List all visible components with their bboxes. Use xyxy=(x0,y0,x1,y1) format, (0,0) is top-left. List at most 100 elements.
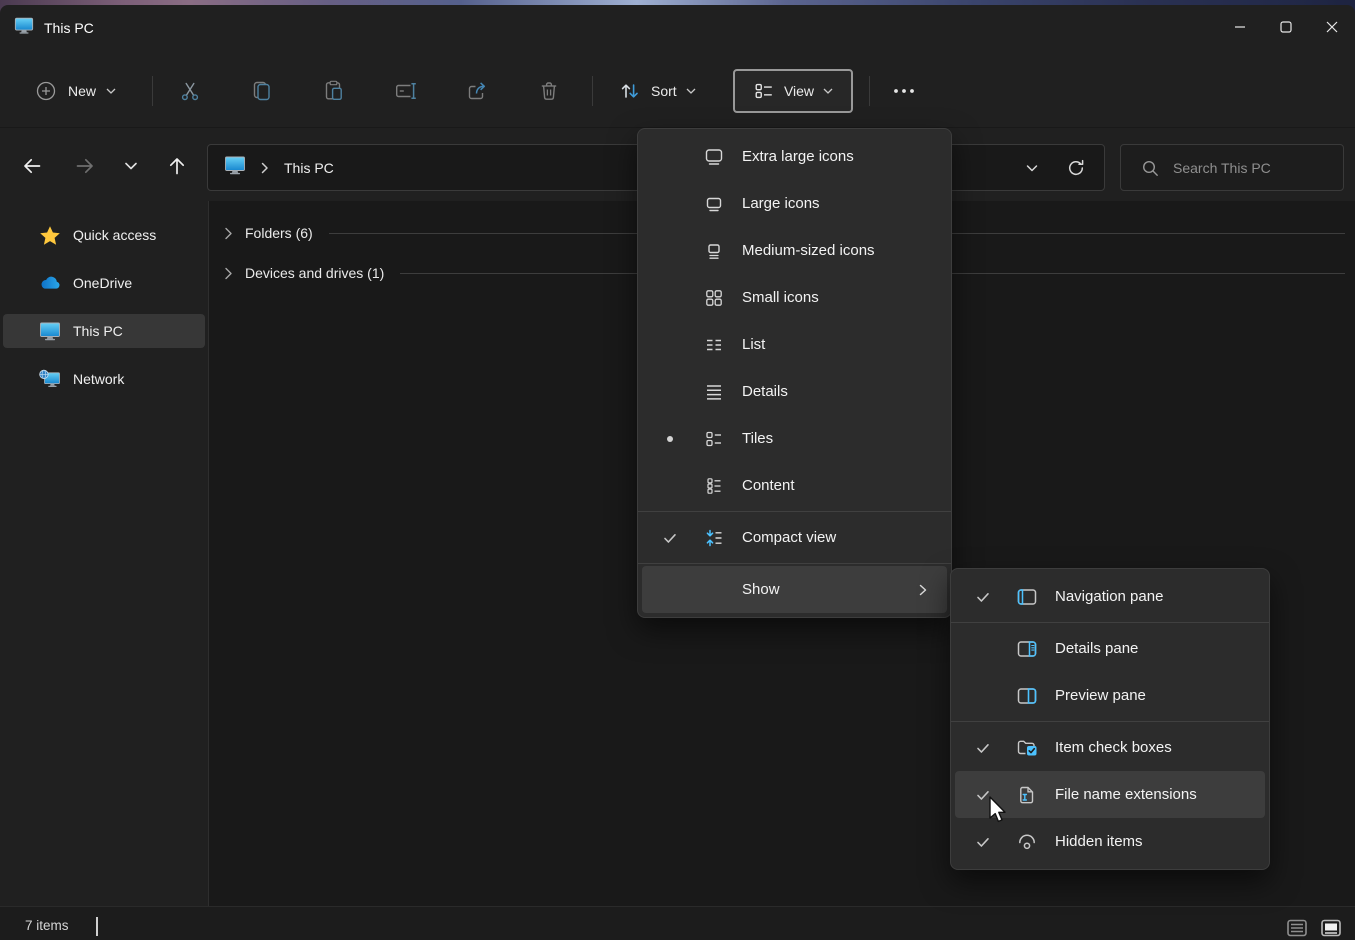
menu-item-show[interactable]: Show xyxy=(642,566,947,613)
copy-button[interactable] xyxy=(242,71,282,111)
sidebar-item-label: Quick access xyxy=(73,227,156,243)
paste-icon xyxy=(322,79,346,103)
forward-button[interactable] xyxy=(67,148,103,184)
minimize-button[interactable] xyxy=(1217,5,1263,48)
search-input[interactable] xyxy=(1173,160,1323,176)
checkmark-icon xyxy=(955,834,1011,850)
new-button-label: New xyxy=(68,83,96,99)
group-label[interactable]: Devices and drives (1) xyxy=(245,265,384,281)
menu-item-list[interactable]: List xyxy=(642,321,947,368)
large-thumbnails-toggle-button[interactable] xyxy=(1317,914,1345,940)
menu-item-medium-sized-icons[interactable]: Medium-sized icons xyxy=(642,227,947,274)
chevron-down-icon xyxy=(823,88,833,95)
paste-button[interactable] xyxy=(314,71,354,111)
menu-item-label: Preview pane xyxy=(1055,687,1146,704)
checkmark-icon xyxy=(955,740,1011,756)
menu-item-item-check-boxes[interactable]: Item check boxes xyxy=(955,724,1265,771)
search-icon xyxy=(1141,159,1159,177)
chevron-down-icon xyxy=(686,88,696,95)
window-controls xyxy=(1217,5,1355,48)
item-check-boxes-icon xyxy=(1011,738,1043,758)
mouse-cursor xyxy=(986,795,1010,825)
refresh-button[interactable] xyxy=(1054,149,1098,187)
toolbar-separator xyxy=(869,76,870,106)
menu-item-details[interactable]: Details xyxy=(642,368,947,415)
address-dropdown-button[interactable] xyxy=(1010,149,1054,187)
menu-separator xyxy=(638,563,951,564)
checkmark-icon xyxy=(955,589,1011,605)
view-button-label: View xyxy=(784,83,814,99)
share-button[interactable] xyxy=(457,71,497,111)
app-title-group: This PC xyxy=(14,16,94,40)
delete-icon xyxy=(537,79,561,103)
back-button[interactable] xyxy=(14,148,50,184)
menu-item-label: Compact view xyxy=(742,529,836,546)
delete-button[interactable] xyxy=(529,71,569,111)
sidebar-item-label: Network xyxy=(73,371,124,387)
sort-button-label: Sort xyxy=(651,83,677,99)
this-pc-window-icon xyxy=(14,16,34,40)
command-toolbar: New Sort View xyxy=(0,48,1355,128)
sort-button[interactable]: Sort xyxy=(608,71,706,111)
view-icon xyxy=(753,80,775,102)
breadcrumb-location[interactable]: This PC xyxy=(284,160,334,176)
menu-item-label: Details pane xyxy=(1055,640,1138,657)
menu-item-details-pane[interactable]: Details pane xyxy=(955,625,1265,672)
menu-item-compact-view[interactable]: Compact view xyxy=(642,514,947,561)
search-box[interactable] xyxy=(1120,144,1344,191)
recent-locations-button[interactable] xyxy=(113,148,149,184)
rename-button[interactable] xyxy=(386,71,426,111)
extra-large-icons-icon xyxy=(698,147,730,167)
sidebar-item-network[interactable]: Network xyxy=(3,362,205,396)
menu-item-label: Item check boxes xyxy=(1055,739,1172,756)
chevron-down-icon xyxy=(122,157,140,175)
titlebar: This PC xyxy=(0,5,1355,48)
chevron-down-icon xyxy=(1024,160,1040,176)
refresh-icon xyxy=(1066,158,1086,178)
collapse-chevron-icon[interactable] xyxy=(222,227,236,240)
menu-item-preview-pane[interactable]: Preview pane xyxy=(955,672,1265,719)
view-dropdown-menu: Extra large icons Large icons Medium-siz… xyxy=(637,128,952,618)
menu-item-content[interactable]: Content xyxy=(642,462,947,509)
new-button[interactable]: New xyxy=(24,71,126,111)
menu-item-tiles[interactable]: Tiles xyxy=(642,415,947,462)
monitor-icon xyxy=(39,321,61,341)
menu-item-extra-large-icons[interactable]: Extra large icons xyxy=(642,133,947,180)
this-pc-breadcrumb-icon xyxy=(224,155,246,180)
menu-separator xyxy=(951,622,1269,623)
cut-button[interactable] xyxy=(170,71,210,111)
preview-pane-icon xyxy=(1011,686,1043,706)
tiles-view-icon xyxy=(698,429,730,449)
menu-separator xyxy=(951,721,1269,722)
up-arrow-icon xyxy=(165,154,189,178)
menu-item-label: Navigation pane xyxy=(1055,588,1163,605)
sidebar-item-quick-access[interactable]: Quick access xyxy=(3,218,205,252)
menu-item-label: Show xyxy=(742,581,780,598)
network-icon xyxy=(39,369,61,389)
onedrive-cloud-icon xyxy=(39,273,61,293)
menu-item-hidden-items[interactable]: Hidden items xyxy=(955,818,1265,865)
menu-item-navigation-pane[interactable]: Navigation pane xyxy=(955,573,1265,620)
close-button[interactable] xyxy=(1309,5,1355,48)
sidebar-item-label: This PC xyxy=(73,323,123,339)
details-pane-icon xyxy=(1011,639,1043,659)
collapse-chevron-icon[interactable] xyxy=(222,267,236,280)
plus-circle-icon xyxy=(34,79,58,103)
chevron-down-icon xyxy=(106,88,116,95)
view-button[interactable]: View xyxy=(733,69,853,113)
group-label[interactable]: Folders (6) xyxy=(245,225,313,241)
forward-arrow-icon xyxy=(73,154,97,178)
menu-item-large-icons[interactable]: Large icons xyxy=(642,180,947,227)
menu-item-small-icons[interactable]: Small icons xyxy=(642,274,947,321)
maximize-button[interactable] xyxy=(1263,5,1309,48)
address-bar-actions xyxy=(1010,145,1098,190)
sidebar-item-this-pc[interactable]: This PC xyxy=(3,314,205,348)
up-button[interactable] xyxy=(159,148,195,184)
details-view-toggle-button[interactable] xyxy=(1283,914,1311,940)
sidebar-item-onedrive[interactable]: OneDrive xyxy=(3,266,205,300)
menu-item-label: File name extensions xyxy=(1055,786,1197,803)
sort-icon xyxy=(618,79,642,103)
hidden-items-icon xyxy=(1011,832,1043,852)
more-options-button[interactable] xyxy=(884,71,924,111)
breadcrumb-chevron-icon xyxy=(259,162,271,174)
